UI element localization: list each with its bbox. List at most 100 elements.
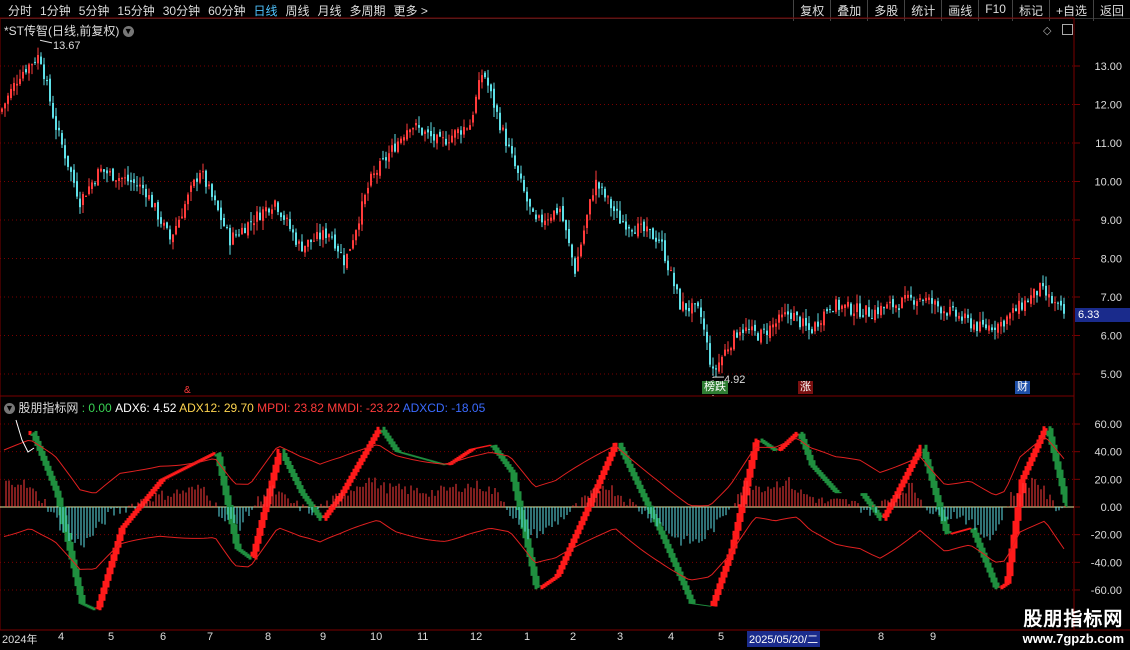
candle-body xyxy=(448,142,450,144)
candle-body xyxy=(736,332,738,338)
candle-body xyxy=(85,195,87,197)
candle-body xyxy=(328,234,330,238)
candle-body xyxy=(844,304,846,308)
candle-body xyxy=(268,208,270,213)
indicator-value-3: MPDI: 23.82 xyxy=(253,401,324,415)
candle-body xyxy=(595,179,597,196)
candle-body xyxy=(637,223,639,237)
candle-body xyxy=(409,129,411,133)
candle-body xyxy=(676,284,678,290)
candle-body xyxy=(64,145,66,159)
diamond-icon[interactable]: ◇ xyxy=(1043,24,1051,37)
candle-body xyxy=(127,174,129,182)
candle-body xyxy=(751,326,753,331)
candle-body xyxy=(859,303,861,317)
candle-body xyxy=(718,362,720,372)
candle-body xyxy=(664,240,666,262)
candle-body xyxy=(577,256,579,272)
candle-body xyxy=(73,169,75,183)
candle-body xyxy=(976,322,978,331)
candle-body xyxy=(280,212,282,218)
adx6-line xyxy=(15,419,35,453)
candle-body xyxy=(517,165,519,173)
watermark-title: 股朋指标网 xyxy=(1023,609,1124,630)
candle-body xyxy=(445,138,447,145)
candle-body xyxy=(814,322,816,332)
candle-body xyxy=(742,329,744,333)
badge-zhang[interactable]: 涨 xyxy=(798,381,813,394)
badge-bangdie[interactable]: 榜跌 xyxy=(702,381,728,394)
candle-body xyxy=(451,135,453,143)
candle-body xyxy=(1033,288,1035,298)
candle-body xyxy=(1000,321,1002,327)
candle-body xyxy=(496,105,498,112)
candle-body xyxy=(727,349,729,352)
candle-body xyxy=(826,309,828,312)
candle-body xyxy=(238,234,240,236)
candle-body xyxy=(709,343,711,365)
candle-body xyxy=(1057,302,1059,304)
candle-body xyxy=(649,229,651,231)
candle-body xyxy=(982,319,984,325)
chevron-down-icon[interactable]: ▼ xyxy=(122,26,134,38)
candle-body xyxy=(223,218,225,227)
candle-body xyxy=(220,207,222,221)
candle-body xyxy=(748,328,750,330)
ind-tick-label-3: 0.00 xyxy=(1101,502,1122,514)
candle-body xyxy=(553,210,555,220)
candle-body xyxy=(715,368,717,370)
candle-body xyxy=(925,297,927,301)
candle-body xyxy=(250,221,252,223)
candle-body xyxy=(856,303,858,313)
candle-body xyxy=(781,314,783,318)
candle-body xyxy=(265,207,267,212)
date-label-4: 7 xyxy=(207,631,214,643)
candle-body xyxy=(481,75,483,83)
candle-body xyxy=(355,230,357,241)
candle-body xyxy=(304,245,306,253)
candle-body xyxy=(334,234,336,249)
candle-body xyxy=(721,356,723,366)
candle-body xyxy=(133,179,135,183)
candle-body xyxy=(928,297,930,301)
candle-body xyxy=(262,209,264,221)
panel-toggle-icon[interactable] xyxy=(1062,24,1073,35)
candle-body xyxy=(559,208,561,213)
stock-chart[interactable]: 13.0012.0011.0010.009.008.007.006.005.00… xyxy=(0,0,1130,650)
candle-body xyxy=(307,239,309,247)
candle-body xyxy=(661,239,663,242)
candle-body xyxy=(31,64,33,66)
candle-body xyxy=(922,299,924,301)
candle-body xyxy=(901,297,903,309)
candle-body xyxy=(430,130,432,137)
candle-body xyxy=(919,298,921,300)
candle-body xyxy=(985,324,987,329)
gear-icon[interactable]: ▼ xyxy=(4,403,15,415)
candle-body xyxy=(217,200,219,211)
candle-body xyxy=(19,78,21,85)
date-label-9: 12 xyxy=(470,631,483,643)
candle-body xyxy=(460,130,462,135)
candle-body xyxy=(22,71,24,79)
candle-body xyxy=(583,230,585,244)
y-tick-label-7: 6.00 xyxy=(1101,331,1122,343)
candle-body xyxy=(799,316,801,328)
ind-tick-label-5: -40.00 xyxy=(1091,557,1122,569)
ind-tick-label-6: -60.00 xyxy=(1091,585,1122,597)
candle-body xyxy=(955,309,957,317)
indicator-name: 股朋指标网 xyxy=(18,401,79,415)
candle-body xyxy=(733,330,735,350)
candle-body xyxy=(601,186,603,188)
candle-body xyxy=(343,255,345,266)
candle-body xyxy=(883,307,885,309)
candle-body xyxy=(673,272,675,287)
candle-body xyxy=(877,307,879,315)
candle-body xyxy=(610,199,612,209)
badge-cai[interactable]: 财 xyxy=(1015,381,1030,394)
candle-body xyxy=(700,307,702,317)
candle-body xyxy=(871,318,873,320)
candle-body xyxy=(235,234,237,236)
candle-body xyxy=(199,172,201,183)
y-tick-label-2: 11.00 xyxy=(1095,138,1122,150)
candle-body xyxy=(178,219,180,228)
